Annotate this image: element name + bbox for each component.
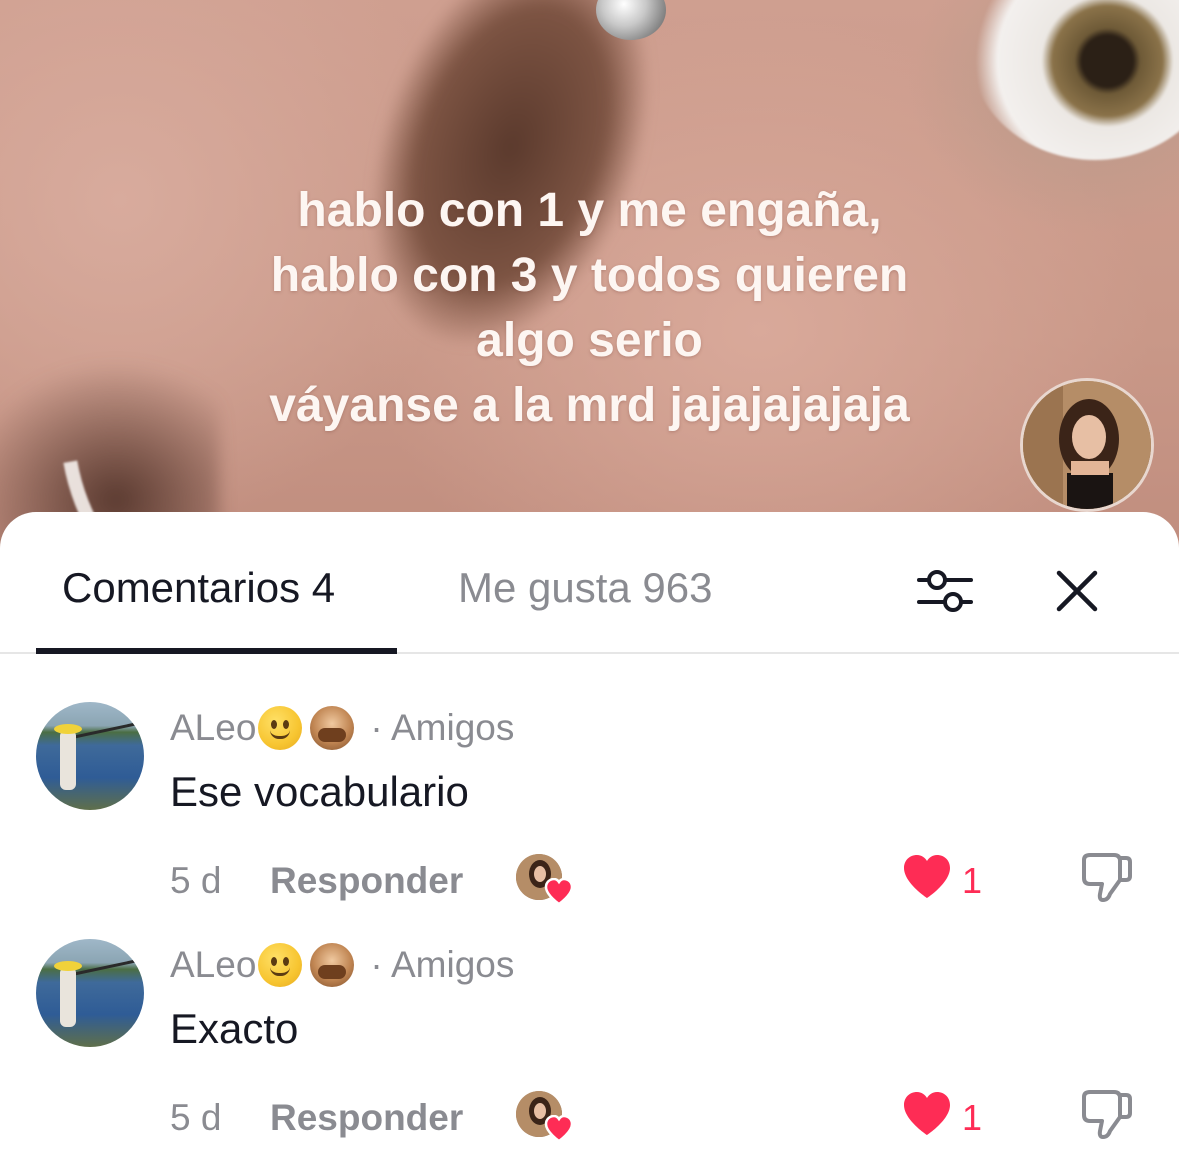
see-no-evil-monkey-emoji-icon bbox=[310, 706, 355, 750]
caption-line: hablo con 3 y todos quieren bbox=[270, 249, 909, 302]
comments-sheet: Comentarios 4 Me gusta 963 ALeo · Amigos… bbox=[0, 512, 1179, 1153]
comment-relation: · Amigos bbox=[370, 944, 515, 985]
like-heart-icon[interactable] bbox=[902, 854, 952, 900]
like-heart-icon[interactable] bbox=[902, 1091, 952, 1137]
dislike-icon[interactable] bbox=[1080, 1089, 1134, 1141]
comment-text: Exacto bbox=[170, 1005, 299, 1052]
liked-by-creator-badge bbox=[516, 1091, 574, 1143]
reply-button[interactable]: Responder bbox=[270, 860, 463, 902]
comment-age: 5 d bbox=[170, 860, 222, 901]
avatar-detail bbox=[60, 730, 76, 790]
comment-header: ALeo · Amigos bbox=[170, 706, 524, 750]
liked-by-creator-badge bbox=[516, 854, 574, 906]
smiling-face-emoji-icon bbox=[258, 943, 303, 987]
avatar[interactable] bbox=[36, 702, 144, 810]
avatar-detail bbox=[71, 721, 141, 739]
comment-age: 5 d bbox=[170, 1097, 222, 1138]
comment-item: ALeo · Amigos Ese vocabulario 5 d Respon… bbox=[0, 702, 1179, 932]
heart-badge-icon bbox=[544, 1115, 574, 1143]
close-button[interactable] bbox=[1042, 556, 1112, 626]
tab-comments[interactable]: Comentarios 4 bbox=[62, 564, 335, 612]
avatar-detail bbox=[54, 724, 82, 734]
video-background[interactable]: hablo con 1 y me engaña, hablo con 3 y t… bbox=[0, 0, 1179, 560]
comment-username[interactable]: ALeo bbox=[170, 944, 256, 986]
comment-username[interactable]: ALeo bbox=[170, 707, 256, 749]
see-no-evil-monkey-emoji-icon bbox=[310, 943, 355, 987]
caption-line: algo serio bbox=[476, 314, 703, 367]
avatar-detail bbox=[71, 958, 141, 976]
avatar[interactable] bbox=[36, 939, 144, 1047]
video-eye bbox=[970, 0, 1179, 160]
caption-line: hablo con 1 y me engaña, bbox=[297, 184, 882, 237]
caption-line: váyanse a la mrd jajajajajaja bbox=[269, 379, 910, 432]
like-count: 1 bbox=[962, 1097, 983, 1138]
comment-text: Ese vocabulario bbox=[170, 768, 469, 815]
sheet-tabs: Comentarios 4 Me gusta 963 bbox=[0, 512, 1179, 654]
smiling-face-emoji-icon bbox=[258, 706, 303, 750]
creator-avatar-image bbox=[1023, 381, 1151, 509]
sliders-icon bbox=[917, 570, 973, 612]
dislike-icon[interactable] bbox=[1080, 852, 1134, 904]
heart-badge-icon bbox=[544, 878, 574, 906]
avatar-detail bbox=[60, 967, 76, 1027]
filter-button[interactable] bbox=[910, 556, 980, 626]
tab-likes[interactable]: Me gusta 963 bbox=[458, 564, 713, 612]
comment-header: ALeo · Amigos bbox=[170, 943, 524, 987]
close-icon bbox=[1056, 570, 1098, 612]
comment-relation: · Amigos bbox=[370, 707, 515, 748]
avatar-detail bbox=[54, 961, 82, 971]
active-tab-indicator bbox=[36, 648, 397, 654]
reply-button[interactable]: Responder bbox=[270, 1097, 463, 1139]
video-caption: hablo con 1 y me engaña, hablo con 3 y t… bbox=[0, 178, 1179, 438]
like-count: 1 bbox=[962, 860, 983, 901]
creator-avatar[interactable] bbox=[1020, 378, 1154, 512]
comment-item: ALeo · Amigos Exacto 5 d Responder 1 bbox=[0, 939, 1179, 1169]
